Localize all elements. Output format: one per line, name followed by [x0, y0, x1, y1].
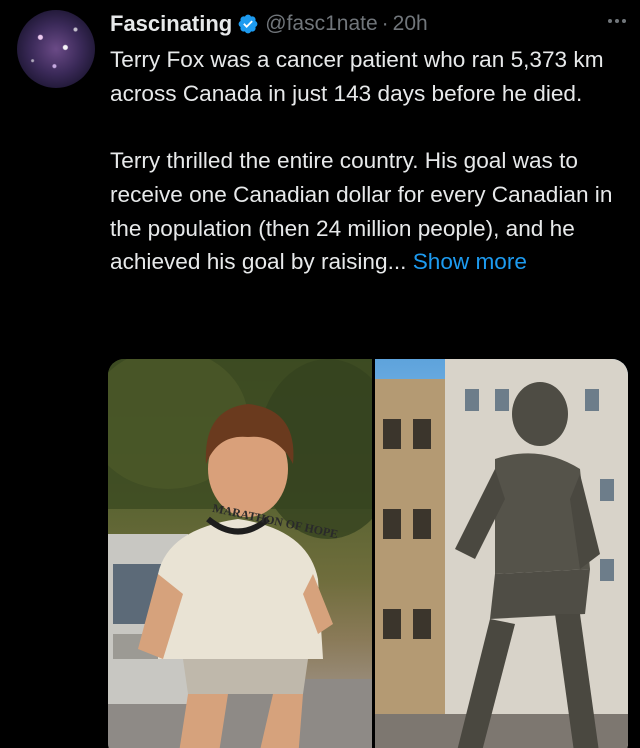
- tweet-header: Fascinating @fasc1nate · 20h: [110, 9, 630, 39]
- photo-terry-fox-running[interactable]: MARATHON OF HOPE: [108, 359, 372, 748]
- verified-badge-icon: [238, 14, 258, 34]
- tweet-paragraph-2: Terry thrilled the entire country. His g…: [110, 144, 630, 279]
- separator-dot: ·: [381, 12, 389, 35]
- show-more-link[interactable]: Show more: [413, 249, 527, 274]
- running-photo-illustration: MARATHON OF HOPE: [108, 359, 372, 748]
- timestamp[interactable]: 20h: [393, 12, 428, 36]
- author-handle[interactable]: @fasc1nate: [265, 12, 377, 36]
- photo-terry-fox-statue[interactable]: [375, 359, 628, 748]
- tweet-paragraph-1: Terry Fox was a cancer patient who ran 5…: [110, 47, 604, 106]
- media-grid: MARATHON OF HOPE: [108, 359, 628, 748]
- statue-photo-illustration: [375, 359, 628, 748]
- more-options-icon[interactable]: [608, 9, 626, 33]
- tweet-text: Terry Fox was a cancer patient who ran 5…: [110, 43, 630, 279]
- avatar[interactable]: [17, 10, 95, 88]
- author-name[interactable]: Fascinating: [110, 11, 232, 37]
- tweet[interactable]: Fascinating @fasc1nate · 20h Terry Fox w…: [0, 0, 640, 748]
- tweet-paragraph-2-text: Terry thrilled the entire country. His g…: [110, 148, 613, 275]
